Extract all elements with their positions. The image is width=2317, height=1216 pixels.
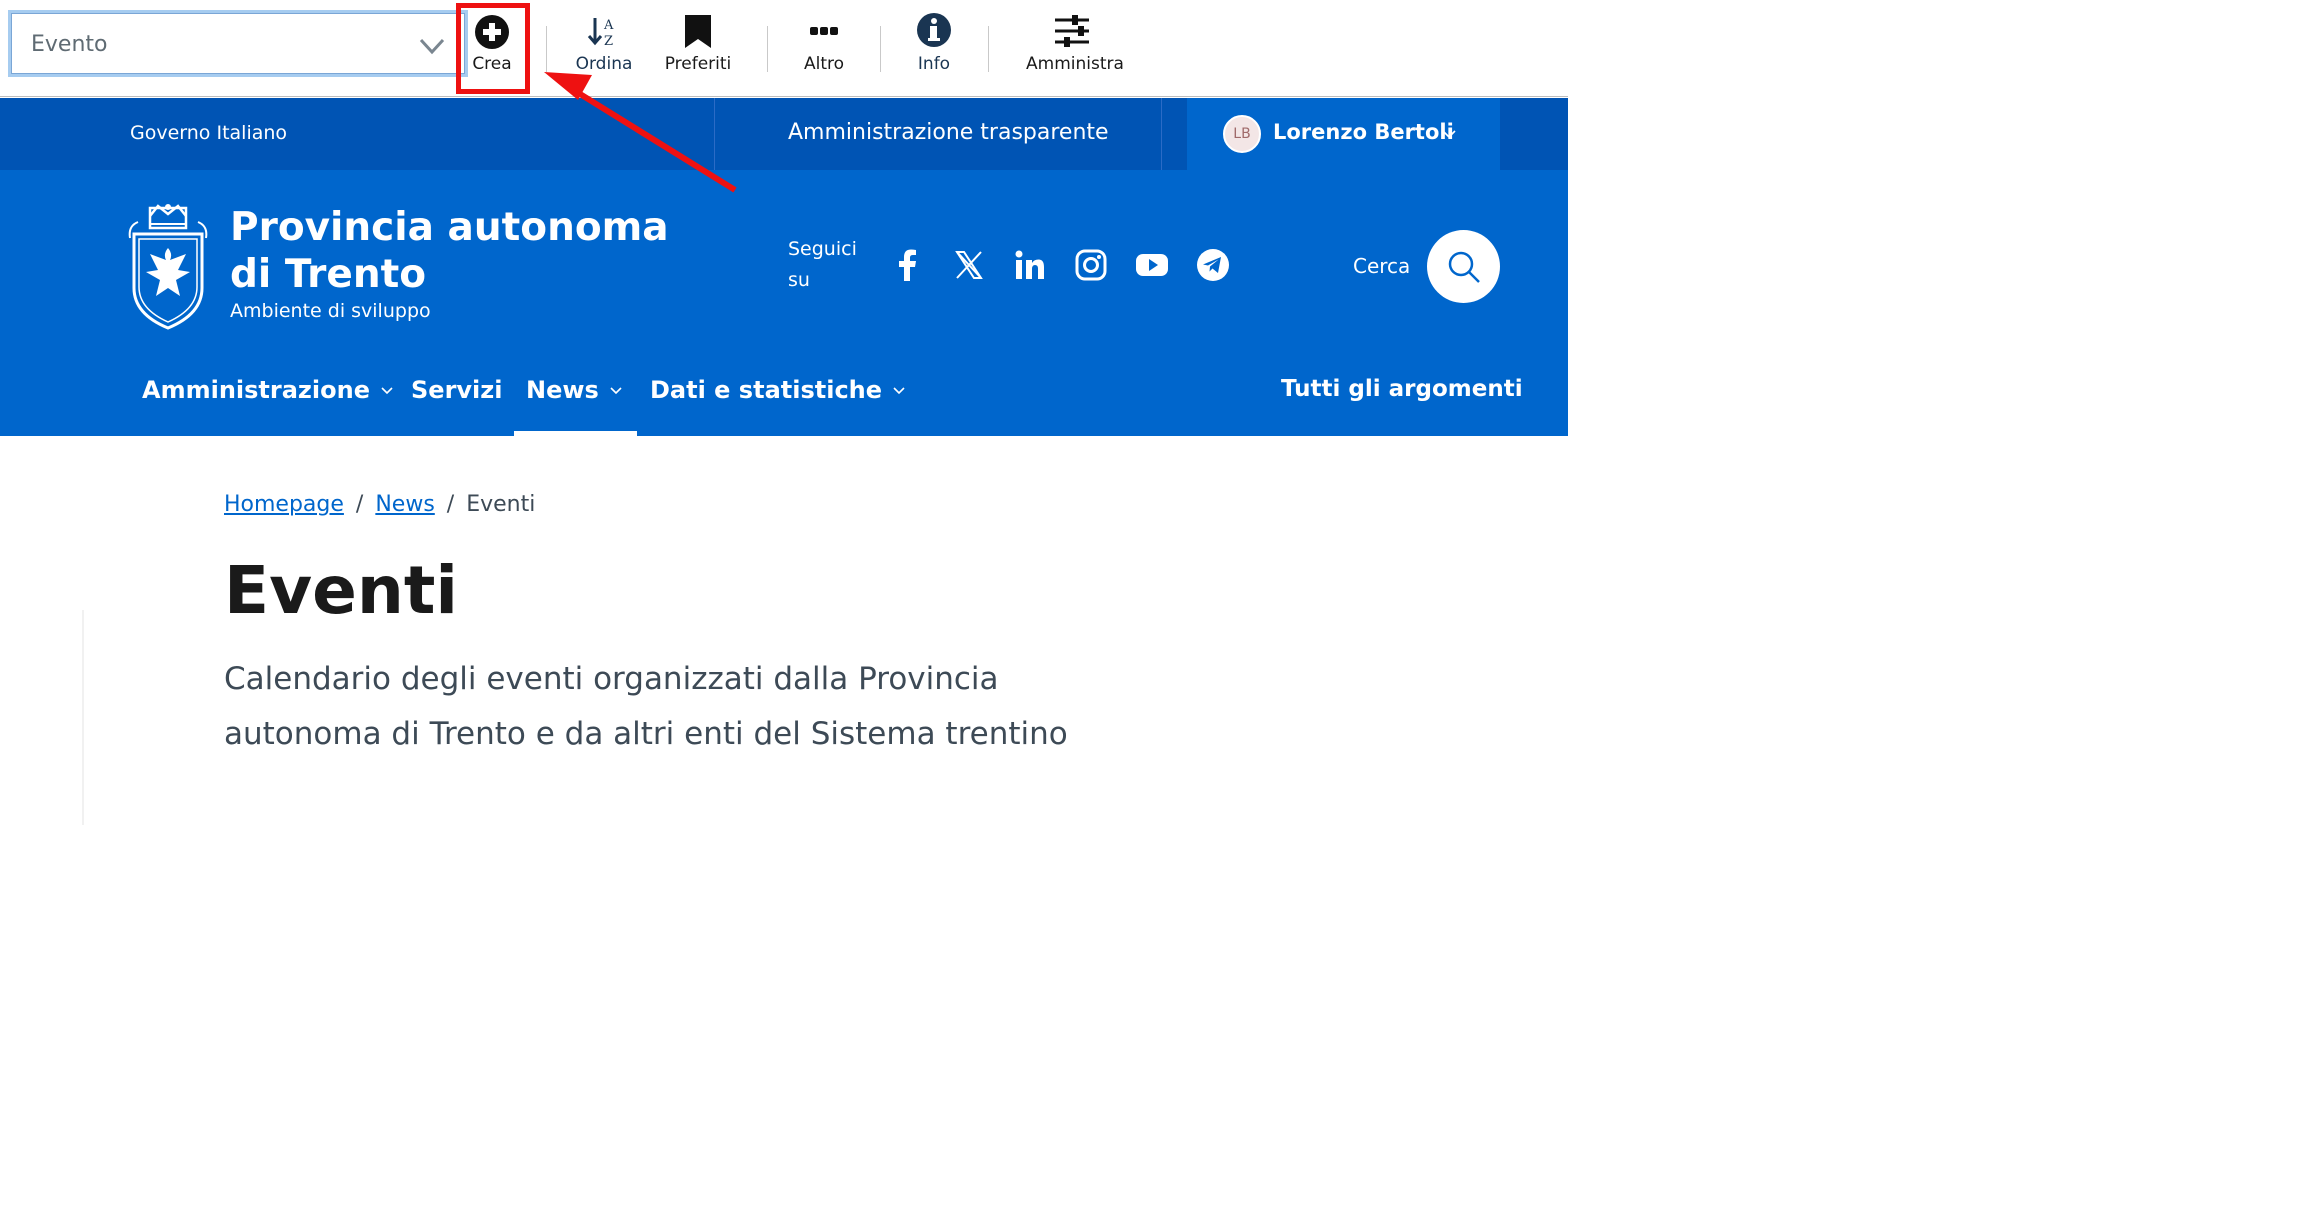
chevron-down-icon [893,387,905,395]
nav-item-label: Dati e statistiche [650,376,883,404]
toolbar-divider [880,26,881,72]
nav-item-servizi[interactable]: Servizi [411,376,502,404]
x-icon[interactable] [951,247,987,283]
sort-az-icon: A Z [587,18,614,49]
site-subtitle: Ambiente di sviluppo [230,300,431,322]
search-label: Cerca [1353,254,1411,278]
slim-divider [1161,98,1162,170]
user-name: Lorenzo Bertoli [1273,120,1454,144]
info-button[interactable]: Info [912,10,956,74]
nav-item-label: Servizi [411,376,503,404]
info-icon [917,13,951,47]
coat-of-arms-logo[interactable] [128,204,208,330]
nav-item-label: Amministrazione [142,376,370,404]
chevron-down-icon[interactable] [417,31,447,61]
nav-item-label: News [526,376,599,404]
toolbar-divider [546,26,547,72]
site-title[interactable]: Provincia autonoma di Trento [230,204,690,298]
breadcrumb-home-link[interactable]: Homepage [224,492,344,517]
page-title: Eventi [224,552,459,629]
telegram-icon[interactable] [1195,247,1231,283]
info-label: Info [917,54,951,74]
governo-italiano-link[interactable]: Governo Italiano [130,122,287,144]
preferiti-label: Preferiti [664,54,732,74]
nav-item-dati-e-statistiche[interactable]: Dati e statistiche [650,376,906,404]
more-dots-icon [810,27,838,35]
svg-text:Z: Z [604,34,613,49]
admin-toolbar: Evento Crea A Z Ordina Preferiti Altro I… [0,0,1568,97]
follow-label: Seguici su [788,238,857,291]
user-menu[interactable]: LB Lorenzo Bertoli [1187,98,1500,170]
nav-item-news[interactable]: News [526,376,623,404]
preferiti-button[interactable]: Preferiti [662,10,734,74]
bookmark-icon [685,15,711,48]
chevron-down-icon [610,387,622,395]
breadcrumb-news-link[interactable]: News [375,492,434,517]
svg-text:A: A [603,18,614,33]
nav-item-amministrazione[interactable]: Amministrazione [142,376,394,404]
crea-highlight-box [456,3,530,94]
all-topics-link[interactable]: Tutti gli argomenti [1281,376,1523,402]
instagram-icon[interactable] [1073,247,1109,283]
linkedin-icon[interactable] [1012,247,1048,283]
amministra-label: Amministra [1026,54,1124,74]
amministrazione-trasparente-link[interactable]: Amministrazione trasparente [788,120,1109,145]
toolbar-divider [767,26,768,72]
ordina-button[interactable]: A Z Ordina [574,10,634,74]
chevron-down-icon [1442,130,1456,139]
slim-header: Governo Italiano Amministrazione traspar… [0,98,1568,170]
youtube-icon[interactable] [1134,247,1170,283]
main-header: Provincia autonoma di Trento Ambiente di… [0,170,1568,436]
ordina-label: Ordina [575,54,633,74]
content-edge [82,610,84,825]
search-icon [1448,251,1480,283]
sliders-icon [1055,15,1089,47]
breadcrumb-separator: / [446,492,455,517]
content-type-select[interactable]: Evento [8,10,468,77]
chevron-down-icon [381,387,393,395]
breadcrumb: Homepage / News / Eventi [224,492,535,517]
breadcrumb-current: Eventi [466,492,536,517]
search-button[interactable] [1427,230,1500,303]
breadcrumb-separator: / [355,492,364,517]
select-value: Evento [31,32,108,57]
facebook-icon[interactable] [890,247,926,283]
altro-button[interactable]: Altro [800,10,848,74]
nav-active-indicator [514,431,637,436]
altro-label: Altro [803,54,845,74]
page-description: Calendario degli eventi organizzati dall… [224,661,1068,752]
amministra-button[interactable]: Amministra [1026,10,1124,74]
avatar: LB [1223,115,1261,153]
slim-divider [714,98,715,170]
toolbar-divider [988,26,989,72]
